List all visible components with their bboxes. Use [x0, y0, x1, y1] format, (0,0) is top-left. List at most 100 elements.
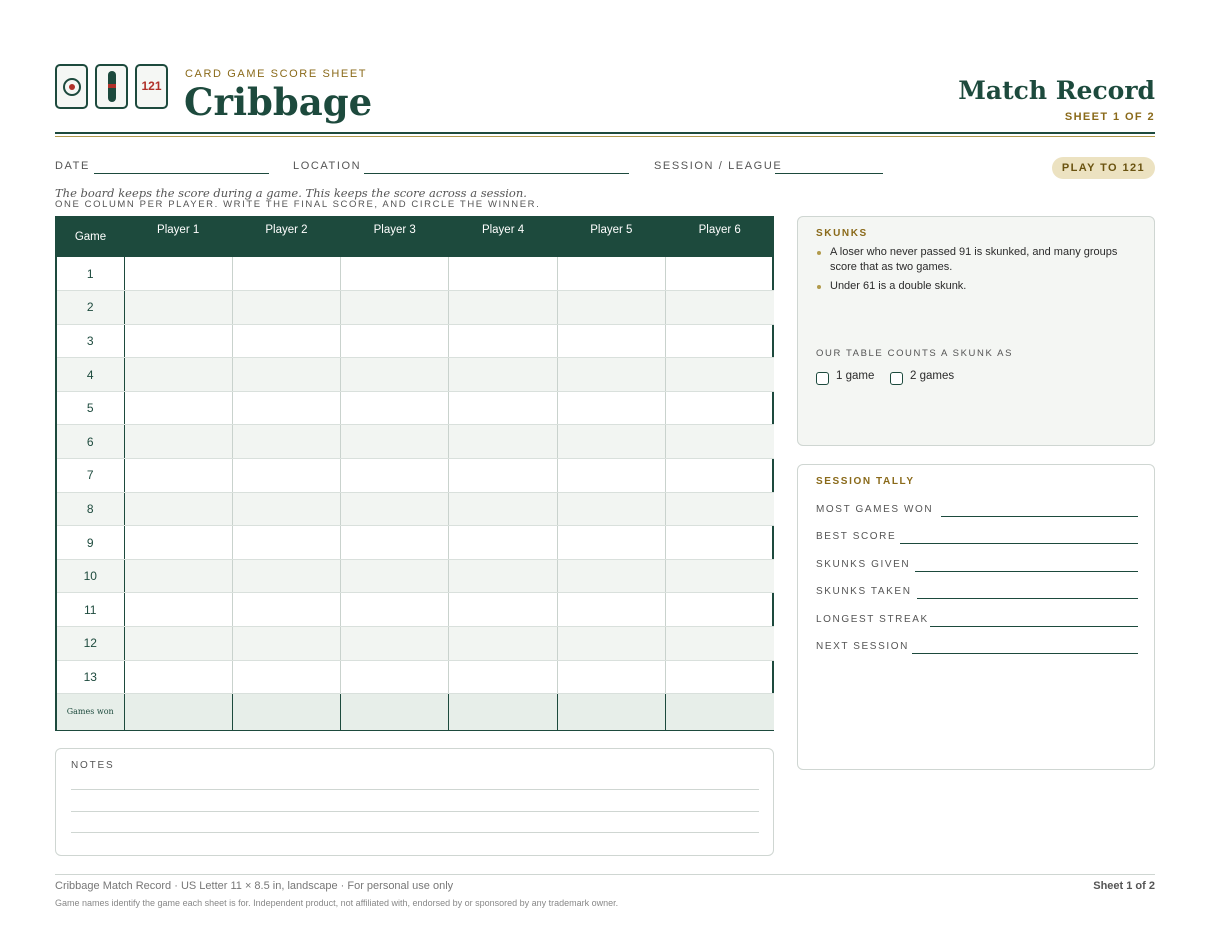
score-cell[interactable]: [340, 257, 450, 292]
score-cell[interactable]: [557, 324, 666, 359]
games-won-cell[interactable]: [665, 693, 774, 730]
score-cell[interactable]: [124, 660, 233, 695]
games-won-cell[interactable]: [232, 693, 342, 730]
two-games-checkbox[interactable]: [890, 372, 903, 385]
score-cell[interactable]: [448, 424, 558, 460]
score-cell[interactable]: [665, 424, 774, 460]
score-cell[interactable]: [124, 324, 233, 359]
score-cell[interactable]: [340, 525, 450, 560]
score-cell[interactable]: [448, 626, 558, 661]
score-cell[interactable]: [124, 458, 233, 493]
games-won-cell[interactable]: [448, 693, 558, 730]
score-cell[interactable]: [448, 290, 558, 325]
score-cell[interactable]: [665, 559, 774, 594]
score-cell[interactable]: [124, 525, 233, 560]
score-cell[interactable]: [665, 324, 774, 359]
score-cell[interactable]: [557, 559, 666, 594]
score-cell[interactable]: [557, 525, 666, 560]
score-cell[interactable]: [232, 592, 342, 628]
intro-instructions: ONE COLUMN PER PLAYER. WRITE THE FINAL S…: [55, 199, 541, 210]
one-game-checkbox[interactable]: [816, 372, 829, 385]
games-won-cell[interactable]: [340, 693, 450, 730]
score-cell[interactable]: [665, 357, 774, 392]
score-cell[interactable]: [232, 257, 342, 292]
score-cell[interactable]: [340, 424, 450, 460]
score-cell[interactable]: [340, 592, 450, 628]
tally-field[interactable]: [930, 626, 1138, 627]
score-cell[interactable]: [124, 592, 233, 628]
games-won-cell[interactable]: [557, 693, 666, 730]
score-cell[interactable]: [665, 626, 774, 661]
score-cell[interactable]: [124, 492, 233, 527]
score-cell[interactable]: [557, 492, 666, 527]
score-cell[interactable]: [665, 660, 774, 695]
score-cell[interactable]: [340, 559, 450, 594]
date-field[interactable]: [94, 173, 269, 174]
score-cell[interactable]: [124, 424, 233, 460]
score-cell[interactable]: [124, 559, 233, 594]
score-cell[interactable]: [340, 626, 450, 661]
score-cell[interactable]: [665, 525, 774, 560]
score-cell[interactable]: [232, 626, 342, 661]
score-cell[interactable]: [557, 660, 666, 695]
tally-field[interactable]: [915, 571, 1138, 572]
score-cell[interactable]: [232, 660, 342, 695]
score-cell[interactable]: [232, 458, 342, 493]
score-cell[interactable]: [448, 559, 558, 594]
score-cell[interactable]: [124, 357, 233, 392]
score-cell[interactable]: [340, 357, 450, 392]
game-column-header: Game: [57, 216, 124, 257]
score-cell[interactable]: [232, 391, 342, 426]
games-won-cell[interactable]: [124, 693, 233, 730]
score-cell[interactable]: [232, 424, 342, 460]
score-cell[interactable]: [557, 592, 666, 628]
score-cell[interactable]: [448, 357, 558, 392]
score-cell[interactable]: [232, 559, 342, 594]
score-cell[interactable]: [340, 324, 450, 359]
score-cell[interactable]: [557, 290, 666, 325]
score-cell[interactable]: [340, 290, 450, 325]
score-cell[interactable]: [340, 660, 450, 695]
tally-field[interactable]: [900, 543, 1138, 544]
score-cell[interactable]: [340, 458, 450, 493]
score-cell[interactable]: [340, 391, 450, 426]
score-cell[interactable]: [448, 492, 558, 527]
score-cell[interactable]: [557, 357, 666, 392]
score-cell[interactable]: [232, 290, 342, 325]
score-cell[interactable]: [124, 626, 233, 661]
score-cell[interactable]: [557, 424, 666, 460]
score-cell[interactable]: [124, 257, 233, 292]
session-field[interactable]: [775, 173, 883, 174]
score-cell[interactable]: [124, 290, 233, 325]
tally-field[interactable]: [917, 598, 1138, 599]
score-cell[interactable]: [448, 324, 558, 359]
score-cell[interactable]: [557, 257, 666, 292]
tally-field[interactable]: [941, 516, 1138, 517]
score-cell[interactable]: [340, 492, 450, 527]
tally-field[interactable]: [912, 653, 1138, 654]
score-cell[interactable]: [557, 391, 666, 426]
score-cell[interactable]: [665, 257, 774, 292]
score-cell[interactable]: [557, 458, 666, 493]
location-field[interactable]: [364, 173, 629, 174]
score-cell[interactable]: [124, 391, 233, 426]
score-cell[interactable]: [232, 324, 342, 359]
score-cell[interactable]: [232, 492, 342, 527]
score-cell[interactable]: [557, 626, 666, 661]
score-cell[interactable]: [448, 257, 558, 292]
score-cell[interactable]: [448, 391, 558, 426]
score-cell[interactable]: [665, 290, 774, 325]
score-cell[interactable]: [665, 592, 774, 628]
score-cell[interactable]: [448, 660, 558, 695]
score-cell[interactable]: [665, 458, 774, 493]
score-cell[interactable]: [232, 525, 342, 560]
score-cell[interactable]: [232, 357, 342, 392]
score-cell[interactable]: [665, 492, 774, 527]
player-column-header: Player 1: [124, 216, 233, 257]
score-cell[interactable]: [665, 391, 774, 426]
notes-box[interactable]: NOTES: [55, 748, 774, 856]
score-cell[interactable]: [448, 592, 558, 628]
table-header-row: Game Player 1 Player 2 Player 3 Player 4…: [57, 216, 774, 257]
score-cell[interactable]: [448, 525, 558, 560]
score-cell[interactable]: [448, 458, 558, 493]
